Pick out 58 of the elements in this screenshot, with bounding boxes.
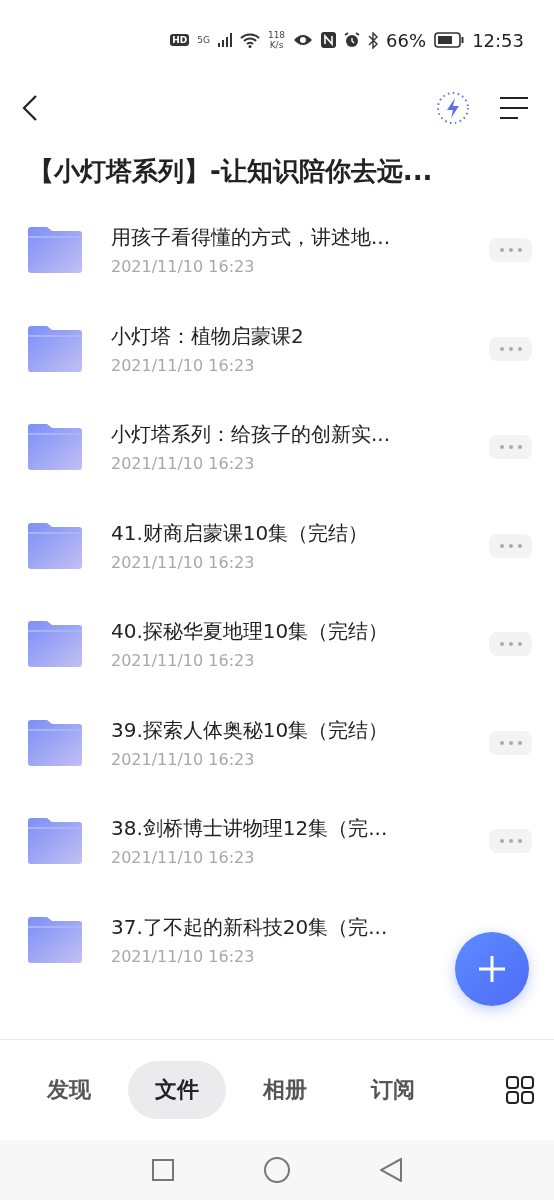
dots-icon — [499, 248, 522, 253]
folder-icon — [28, 424, 82, 471]
nav-tab[interactable]: 文件 — [128, 1061, 226, 1119]
file-date: 2021/11/10 16:23 — [111, 454, 256, 474]
folder-icon — [28, 227, 82, 274]
alarm-icon — [344, 32, 361, 48]
file-name[interactable]: 38.剑桥博士讲物理12集（完... — [111, 815, 489, 843]
dots-icon — [499, 642, 522, 647]
file-date: 2021/11/10 16:23 — [111, 749, 256, 769]
file-name[interactable]: 39.探索人体奥秘10集（完结） — [111, 716, 489, 744]
nfc-icon — [321, 32, 337, 48]
plus-icon — [477, 954, 507, 984]
lightning-icon[interactable] — [436, 91, 470, 125]
file-date: 2021/11/10 16:23 — [111, 355, 256, 375]
file-name[interactable]: 40.探秘华夏地理10集（完结） — [111, 618, 489, 646]
folder-icon — [28, 522, 82, 569]
speed-value: 118 — [267, 30, 286, 40]
file-name[interactable]: 小灯塔系列：给孩子的创新实... — [111, 421, 489, 449]
hd-badge: HD — [170, 34, 190, 46]
back-triangle-icon[interactable] — [380, 1158, 402, 1182]
home-icon[interactable] — [264, 1157, 290, 1183]
folder-icon — [28, 325, 82, 372]
eye-icon — [293, 33, 314, 47]
file-name[interactable]: 41.财商启蒙课10集（完结） — [111, 519, 489, 547]
wifi-icon — [239, 32, 260, 48]
signal-icon — [217, 33, 232, 47]
clock-time: 12:53 — [472, 29, 524, 51]
file-name[interactable]: 小灯塔：植物启蒙课2 — [111, 322, 489, 350]
nav-tab[interactable]: 相册 — [236, 1061, 334, 1119]
folder-icon — [28, 621, 82, 668]
file-name[interactable]: 37.了不起的新科技20集（完... — [111, 913, 489, 941]
battery-icon — [434, 32, 465, 48]
file-date: 2021/11/10 16:23 — [111, 257, 256, 277]
dots-icon — [499, 740, 522, 745]
nav-tab[interactable]: 订阅 — [344, 1061, 442, 1119]
file-name[interactable]: 用孩子看得懂的方式，讲述地... — [111, 224, 489, 252]
file-date: 2021/11/10 16:23 — [111, 946, 256, 966]
dots-icon — [499, 543, 522, 548]
recents-icon[interactable] — [152, 1159, 174, 1181]
grid-icon[interactable] — [506, 1076, 534, 1104]
menu-icon[interactable] — [500, 96, 528, 120]
back-icon[interactable] — [22, 95, 38, 121]
add-button[interactable] — [455, 932, 529, 1006]
dots-icon — [499, 445, 522, 450]
folder-icon — [28, 719, 82, 766]
file-date: 2021/11/10 16:23 — [111, 651, 256, 671]
network-type: 5G — [197, 35, 210, 45]
folder-icon — [28, 818, 82, 865]
file-date: 2021/11/10 16:23 — [111, 552, 256, 572]
file-date: 2021/11/10 16:23 — [111, 848, 256, 868]
bluetooth-icon — [368, 31, 379, 49]
speed-unit: K/s — [268, 40, 285, 50]
battery-percentage: 66% — [386, 29, 427, 51]
folder-title: 【小灯塔系列】-让知识陪你去远... — [28, 155, 434, 188]
dots-icon — [499, 839, 522, 844]
dots-icon — [499, 346, 522, 351]
nav-tab[interactable]: 发现 — [20, 1061, 118, 1119]
folder-icon — [28, 916, 82, 963]
